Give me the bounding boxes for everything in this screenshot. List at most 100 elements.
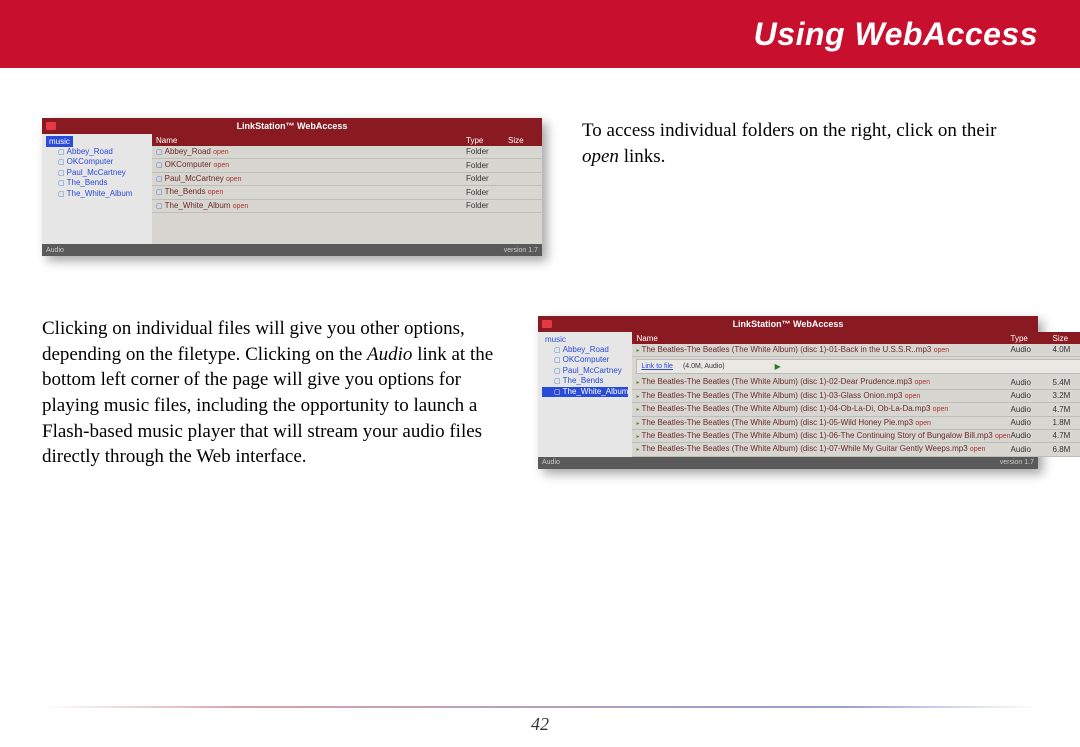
- screenshot-2: LinkStation™ WebAccess music Abbey_RoadO…: [538, 316, 1038, 469]
- list-item[interactable]: Abbey_Road openFolder: [152, 146, 542, 159]
- file-type: Audio: [1011, 431, 1053, 441]
- footer-version: version 1.7: [504, 247, 538, 254]
- file-type: Folder: [466, 174, 508, 184]
- open-link[interactable]: open: [915, 420, 931, 427]
- file-type: Audio: [1011, 378, 1053, 388]
- shot1-titlebar: LinkStation™ WebAccess: [42, 118, 542, 134]
- para1-before: To access individual folders on the righ…: [582, 120, 996, 141]
- open-link[interactable]: open: [934, 347, 950, 354]
- shot1-footer: Audio version 1.7: [42, 244, 542, 256]
- tree-item[interactable]: The_Bends: [46, 178, 148, 188]
- tree-item[interactable]: OKComputer: [46, 157, 148, 167]
- open-link[interactable]: open: [914, 379, 930, 386]
- tree-root[interactable]: music: [46, 136, 73, 147]
- file-size: 4.7M: [1053, 405, 1080, 415]
- open-link[interactable]: open: [970, 446, 986, 453]
- tree-item[interactable]: The_White_Album: [542, 387, 628, 397]
- file-type: Folder: [466, 201, 508, 211]
- file-type: Audio: [1011, 405, 1053, 415]
- list-item[interactable]: The_White_Album openFolder: [152, 200, 542, 213]
- para1-em: open: [582, 146, 619, 167]
- folder-icon: [58, 157, 67, 166]
- folder-icon: [156, 187, 165, 196]
- list-item[interactable]: The Beatles-The Beatles (The White Album…: [632, 376, 1080, 389]
- list-item[interactable]: OKComputer openFolder: [152, 159, 542, 172]
- folder-icon: [58, 189, 67, 198]
- open-link[interactable]: open: [208, 189, 224, 196]
- screenshot-2-wrap: LinkStation™ WebAccess music Abbey_RoadO…: [538, 316, 1038, 469]
- footer-audio-link[interactable]: Audio: [542, 459, 560, 466]
- tree-item[interactable]: Paul_McCartney: [542, 366, 628, 376]
- list-item[interactable]: The Beatles-The Beatles (The White Album…: [632, 390, 1080, 403]
- para2-em: Audio: [367, 344, 412, 365]
- col-size: Size: [508, 136, 542, 145]
- tree-item[interactable]: OKComputer: [542, 355, 628, 365]
- page-number: 42: [0, 714, 1080, 735]
- page-title: Using WebAccess: [754, 16, 1038, 53]
- footer-audio-link[interactable]: Audio: [46, 247, 64, 254]
- shot2-footer: Audio version 1.7: [538, 457, 1038, 469]
- file-type: Audio: [1011, 418, 1053, 428]
- audio-file-icon: [636, 418, 641, 427]
- row-2: Clicking on individual files will give y…: [42, 316, 1038, 470]
- list-item[interactable]: The Beatles-The Beatles (The White Album…: [632, 403, 1080, 416]
- detail-size: (4.0M, Audio): [683, 363, 725, 370]
- list-item[interactable]: The Beatles-The Beatles (The White Album…: [632, 430, 1080, 443]
- file-type: Folder: [466, 147, 508, 157]
- shot2-tree: music Abbey_RoadOKComputerPaul_McCartney…: [538, 332, 632, 457]
- header-bar: Using WebAccess: [0, 0, 1080, 68]
- tree-root[interactable]: music: [542, 334, 569, 345]
- list-item[interactable]: The Beatles-The Beatles (The White Album…: [632, 443, 1080, 456]
- footer-divider: [42, 706, 1038, 708]
- folder-icon: [156, 160, 165, 169]
- file-size: 4.0M: [1053, 345, 1080, 355]
- shot2-titlebar: LinkStation™ WebAccess: [538, 316, 1038, 332]
- open-link[interactable]: open: [214, 162, 230, 169]
- list-item[interactable]: The_Bends openFolder: [152, 186, 542, 199]
- col-name: Name: [152, 136, 466, 145]
- tree-item[interactable]: The_Bends: [542, 376, 628, 386]
- play-icon[interactable]: [735, 362, 781, 371]
- shot1-body: music Abbey_RoadOKComputerPaul_McCartney…: [42, 134, 542, 244]
- open-link[interactable]: open: [213, 149, 229, 156]
- list-item[interactable]: Paul_McCartney openFolder: [152, 173, 542, 186]
- open-link[interactable]: open: [905, 393, 921, 400]
- tree-item[interactable]: The_White_Album: [46, 189, 148, 199]
- file-type: Audio: [1011, 445, 1053, 455]
- tree-item[interactable]: Abbey_Road: [46, 147, 148, 157]
- list-item[interactable]: The Beatles-The Beatles (The White Album…: [632, 417, 1080, 430]
- audio-file-icon: [636, 391, 641, 400]
- link-to-file[interactable]: Link to file: [641, 363, 673, 370]
- para1-after: links.: [619, 146, 665, 167]
- folder-icon: [156, 201, 165, 210]
- row-1: LinkStation™ WebAccess music Abbey_RoadO…: [42, 118, 1038, 256]
- audio-file-icon: [636, 404, 641, 413]
- shot2-body: music Abbey_RoadOKComputerPaul_McCartney…: [538, 332, 1038, 457]
- file-size: 6.8M: [1053, 445, 1080, 455]
- open-link[interactable]: open: [233, 203, 249, 210]
- window-icon: [542, 320, 552, 328]
- paragraph-1: To access individual folders on the righ…: [582, 118, 1038, 169]
- page-footer: 42: [0, 706, 1080, 735]
- col-type: Type: [1011, 334, 1053, 343]
- window-icon: [46, 122, 56, 130]
- list-item[interactable]: The Beatles-The Beatles (The White Album…: [632, 344, 1080, 357]
- folder-icon: [554, 376, 563, 385]
- open-link[interactable]: open: [933, 406, 949, 413]
- file-size: 5.4M: [1053, 378, 1080, 388]
- tree-item[interactable]: Paul_McCartney: [46, 168, 148, 178]
- col-name: Name: [632, 334, 1010, 343]
- file-type: Folder: [466, 188, 508, 198]
- shot1-title: LinkStation™ WebAccess: [237, 121, 348, 131]
- audio-file-icon: [636, 444, 641, 453]
- shot2-col-header: Name Type Size: [632, 332, 1080, 344]
- file-type: Folder: [466, 161, 508, 171]
- open-link[interactable]: open: [226, 176, 242, 183]
- open-link[interactable]: open: [995, 433, 1011, 440]
- col-size: Size: [1053, 334, 1080, 343]
- file-detail-panel: Link to file (4.0M, Audio): [636, 359, 1080, 374]
- tree-item[interactable]: Abbey_Road: [542, 345, 628, 355]
- screenshot-1: LinkStation™ WebAccess music Abbey_RoadO…: [42, 118, 542, 256]
- file-size: 4.7M: [1053, 431, 1080, 441]
- folder-icon: [554, 387, 563, 396]
